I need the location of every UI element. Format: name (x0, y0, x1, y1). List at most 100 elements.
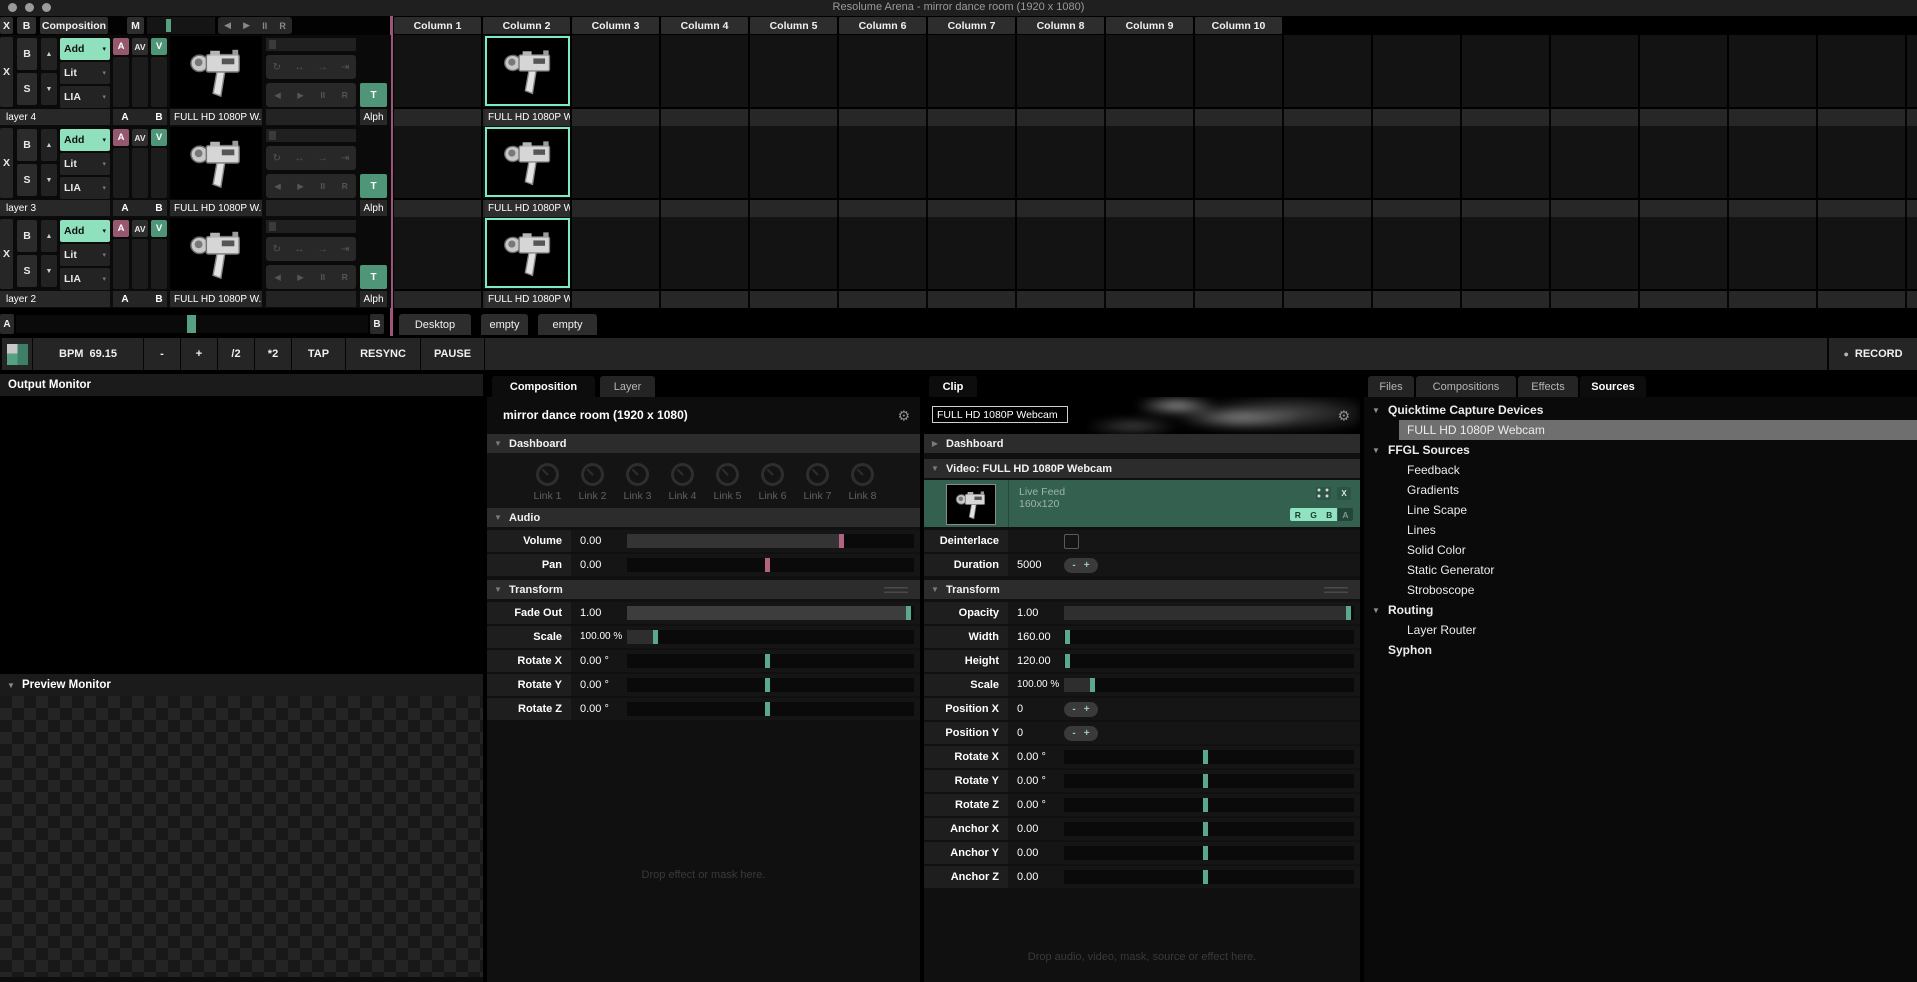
volume-slider[interactable] (627, 534, 914, 548)
back-icon[interactable]: ◀ (274, 272, 281, 283)
pause-button[interactable]: PAUSE (421, 338, 484, 370)
pingpong-icon[interactable]: ↔ (294, 62, 304, 73)
collapse-triangle-icon[interactable]: ▼ (487, 513, 509, 522)
tree-item-label[interactable]: Routing (1388, 603, 1433, 617)
layer-alpha-label[interactable]: Alph (360, 200, 387, 216)
clip-name-input[interactable] (932, 406, 1068, 423)
layer-video-fader[interactable] (151, 57, 167, 107)
tree-item[interactable]: ▼ FFGL Sources (1364, 440, 1917, 460)
column-header[interactable]: Column 9 (1106, 17, 1193, 34)
blend-mode-dropdown[interactable]: Add ▾ (60, 38, 110, 60)
layer-audio-fader[interactable] (113, 148, 129, 198)
clip-position-bar[interactable] (266, 38, 356, 51)
layer-alpha-label[interactable]: Alph (360, 291, 387, 307)
loop-icon[interactable]: ↻ (273, 244, 281, 255)
column-header[interactable]: Column 7 (928, 17, 1015, 34)
slider-handle[interactable] (1346, 606, 1351, 620)
layer-solo-button[interactable]: S (17, 164, 37, 196)
bpm-value[interactable]: 69.15 (89, 348, 117, 360)
slider-handle[interactable] (1203, 774, 1208, 788)
layer-av-fader[interactable] (132, 57, 148, 107)
dashboard-link[interactable]: Link 3 (615, 463, 660, 502)
play-once-icon[interactable]: → (318, 62, 328, 73)
tree-item-label[interactable]: Stroboscope (1407, 583, 1474, 597)
tab-compositions[interactable]: Compositions (1416, 376, 1516, 397)
layer-clear-button[interactable]: X (0, 219, 13, 289)
random-icon[interactable]: R (279, 21, 286, 31)
layer-clear-button[interactable]: X (0, 37, 13, 107)
opacity-slider[interactable] (1064, 606, 1354, 620)
decrement-button[interactable]: - (1072, 726, 1075, 741)
section-audio[interactable]: ▼ Audio (487, 508, 920, 527)
layer-a-label[interactable]: A (115, 291, 135, 307)
play-icon[interactable]: ▶ (297, 181, 304, 192)
tree-item[interactable]: Syphon (1364, 640, 1917, 660)
composition-clear-button[interactable]: X (0, 17, 13, 34)
crossfader-b-button[interactable]: B (370, 314, 384, 334)
layer-video-button[interactable]: V (151, 38, 167, 55)
scale-slider[interactable] (1064, 678, 1354, 692)
layer-solo-button[interactable]: S (17, 255, 37, 287)
crossfader-track[interactable] (16, 315, 368, 333)
active-clip-label[interactable]: FULL HD 1080P W... (485, 200, 570, 217)
bpm-increase-button[interactable]: + (181, 338, 217, 370)
column-header[interactable]: Column 6 (839, 17, 926, 34)
knob-icon[interactable] (671, 463, 694, 486)
slider-handle[interactable] (765, 558, 770, 572)
param-value[interactable]: 0 (1017, 698, 1023, 720)
layer-up-icon[interactable]: ▲ (41, 220, 57, 252)
layer-av-button[interactable]: AV (132, 38, 148, 55)
gear-icon[interactable]: ⚙ (897, 407, 910, 424)
param-value[interactable]: 0 (1017, 722, 1023, 744)
width-slider[interactable] (1064, 630, 1354, 644)
slider-handle[interactable] (1065, 654, 1070, 668)
tree-item[interactable]: Gradients (1364, 480, 1917, 500)
preview-monitor-header[interactable]: ▼ Preview Monitor (0, 674, 483, 696)
decrement-button[interactable]: - (1072, 702, 1075, 717)
tree-item-label[interactable]: FULL HD 1080P Webcam (1407, 423, 1545, 437)
rotate-y-slider[interactable] (627, 678, 914, 692)
rotate-z-slider[interactable] (627, 702, 914, 716)
knob-icon[interactable] (626, 463, 649, 486)
layer-alpha-label[interactable]: Alph (360, 109, 387, 125)
tree-item-label[interactable]: Line Scape (1407, 503, 1467, 517)
active-clip-label[interactable]: FULL HD 1080P W... (485, 291, 570, 308)
menu-icon[interactable] (884, 587, 908, 593)
tree-item[interactable]: Stroboscope (1364, 580, 1917, 600)
layer-b-label[interactable]: B (149, 200, 169, 216)
video-source-row[interactable]: Live Feed 160x120 X R G B A (924, 480, 1360, 527)
knob-icon[interactable] (536, 463, 559, 486)
anchor-x-slider[interactable] (1064, 822, 1354, 836)
layer-clip-name[interactable]: FULL HD 1080P W... (170, 200, 262, 216)
close-icon[interactable]: X (1337, 487, 1351, 500)
tree-item[interactable]: Feedback (1364, 460, 1917, 480)
tree-item-label[interactable]: FFGL Sources (1388, 443, 1470, 457)
param-value[interactable]: 1.00 (580, 602, 601, 624)
layer-video-button[interactable]: V (151, 129, 167, 146)
param-value[interactable]: 0.00 (1017, 866, 1038, 888)
channel-r-button[interactable]: R (1290, 508, 1306, 521)
layer-active-clip-thumbnail[interactable] (170, 127, 262, 199)
pause-icon[interactable]: II (262, 21, 267, 31)
back-icon[interactable]: ◀ (274, 90, 281, 101)
empty-clip-cells[interactable] (394, 217, 1917, 289)
tap-button[interactable]: TAP (292, 338, 345, 370)
layer-clip-name[interactable]: FULL HD 1080P W... (170, 291, 262, 307)
tree-item[interactable]: Line Scape (1364, 500, 1917, 520)
layer-clip-name[interactable]: FULL HD 1080P W... (170, 109, 262, 125)
slider-handle[interactable] (1203, 846, 1208, 860)
layer-av-button[interactable]: AV (132, 220, 148, 237)
blend-mode-dropdown[interactable]: LIA ▾ (60, 177, 110, 199)
layer-transition-button[interactable]: T (360, 83, 387, 107)
tree-item-label[interactable]: Feedback (1407, 463, 1460, 477)
tree-item-label[interactable]: Static Generator (1407, 563, 1494, 577)
output-monitor-header[interactable]: Output Monitor (0, 374, 483, 396)
play-icon[interactable]: ▶ (243, 20, 250, 31)
slider-handle[interactable] (765, 702, 770, 716)
rotate-x-slider[interactable] (1064, 750, 1354, 764)
random-icon[interactable]: R (342, 90, 348, 100)
tab-sources[interactable]: Sources (1580, 376, 1646, 397)
loop-icon[interactable]: ↻ (273, 62, 281, 73)
section-transform[interactable]: ▼ Transform (487, 580, 920, 599)
layer-up-icon[interactable]: ▲ (41, 38, 57, 70)
